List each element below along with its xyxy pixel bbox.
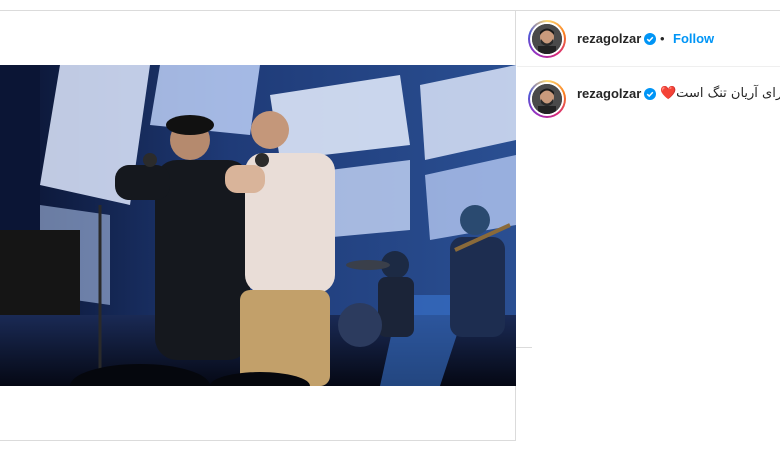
- verified-badge-icon: [644, 88, 656, 100]
- post-caption: دلم برای آریان تنگ است❤️: [660, 86, 780, 101]
- concert-video-frame: [0, 65, 516, 386]
- author-username[interactable]: rezagolzar: [577, 31, 641, 46]
- post-video[interactable]: [0, 65, 516, 386]
- follow-button[interactable]: Follow: [673, 31, 714, 46]
- caption-author-username[interactable]: rezagolzar: [577, 86, 641, 101]
- author-avatar[interactable]: [528, 20, 566, 58]
- verified-badge-icon: [644, 33, 656, 45]
- profile-photo: [532, 84, 562, 114]
- caption-author-avatar[interactable]: [528, 80, 566, 118]
- post-header: rezagolzar • Follow: [517, 11, 780, 67]
- post-sidebar: rezagolzar • Follow rezagolzar دلم برای …: [517, 11, 780, 470]
- separator-dot: •: [660, 31, 665, 46]
- profile-photo: [532, 24, 562, 54]
